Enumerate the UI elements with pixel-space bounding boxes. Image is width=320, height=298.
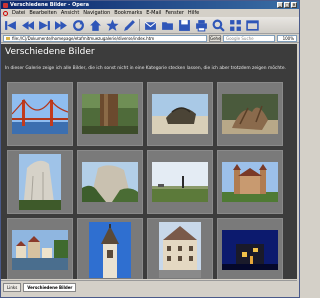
- church-tower-photo[interactable]: [89, 222, 131, 278]
- close-button[interactable]: ×: [291, 2, 297, 8]
- tab-bar: Links Verschiedene Bilder: [1, 280, 297, 294]
- menu-bookmarks[interactable]: Bookmarks: [114, 10, 142, 16]
- driftwood-root-photo[interactable]: [222, 94, 278, 134]
- home-icon[interactable]: [88, 18, 102, 32]
- address-bar: file://C|/Dokumente/homepage/etafmitmuez…: [1, 34, 299, 43]
- gallery-cell[interactable]: [147, 218, 213, 279]
- gallery-cell[interactable]: [147, 150, 213, 214]
- gallery-cell[interactable]: [77, 82, 143, 146]
- gallery-cell[interactable]: [77, 218, 143, 279]
- yosemite-cliff-photo[interactable]: [82, 162, 138, 202]
- gallery-cell[interactable]: [7, 150, 73, 214]
- mail-icon[interactable]: [143, 18, 157, 32]
- go-button[interactable]: Gehe: [209, 34, 221, 42]
- gallery-cell[interactable]: [147, 82, 213, 146]
- window-icon[interactable]: [245, 18, 259, 32]
- opera-icon: [3, 2, 8, 8]
- gallery-cell[interactable]: [7, 82, 73, 146]
- edit-pen-icon[interactable]: [122, 18, 136, 32]
- gallery-cell[interactable]: [7, 218, 73, 279]
- title-bar: Verschiedene Bilder - Opera _ □ ×: [1, 1, 299, 9]
- forward-icon[interactable]: [37, 18, 51, 32]
- gallery-cell[interactable]: [77, 150, 143, 214]
- search-icon[interactable]: [211, 18, 225, 32]
- fast-forward-icon[interactable]: [54, 18, 68, 32]
- bookmark-star-icon[interactable]: [105, 18, 119, 32]
- zoom-select[interactable]: 100%: [277, 34, 297, 42]
- gallery-grid: [7, 82, 283, 279]
- opera-logo-icon[interactable]: [3, 10, 8, 16]
- minimize-button[interactable]: _: [277, 2, 283, 8]
- main-toolbar: [1, 17, 299, 34]
- menu-window[interactable]: Fenster: [165, 10, 184, 16]
- half-dome-granite-photo[interactable]: [19, 154, 61, 210]
- riverside-town-photo[interactable]: [12, 230, 68, 270]
- panels-icon[interactable]: [228, 18, 242, 32]
- rewind-icon[interactable]: [20, 18, 34, 32]
- menu-file[interactable]: Datei: [12, 10, 25, 16]
- page-title: Verschiedene Bilder: [5, 47, 95, 57]
- back-icon[interactable]: [3, 18, 17, 32]
- golden-gate-bridge-photo[interactable]: [12, 94, 68, 134]
- url-field[interactable]: file://C|/Dokumente/homepage/etafmitmuez…: [3, 34, 207, 42]
- castle-on-hill-photo[interactable]: [222, 162, 278, 202]
- menu-help[interactable]: Hilfe: [188, 10, 199, 16]
- menu-navigation[interactable]: Navigation: [83, 10, 110, 16]
- print-icon[interactable]: [194, 18, 208, 32]
- toolbar-separator: [139, 19, 140, 31]
- maximize-button[interactable]: □: [284, 2, 290, 8]
- folder-icon[interactable]: [160, 18, 174, 32]
- gallery-cell[interactable]: [217, 82, 283, 146]
- tab-links[interactable]: Links: [3, 283, 22, 292]
- page-description: In dieser Galerie zeige ich alle Bilder,…: [5, 66, 286, 71]
- menu-edit[interactable]: Bearbeiten: [29, 10, 56, 16]
- save-icon[interactable]: [177, 18, 191, 32]
- gallery-cell[interactable]: [217, 150, 283, 214]
- tab-verschiedene-bilder[interactable]: Verschiedene Bilder: [23, 283, 77, 292]
- menu-bar: Datei Bearbeiten Ansicht Navigation Book…: [1, 9, 299, 17]
- menu-view[interactable]: Ansicht: [61, 10, 79, 16]
- search-input[interactable]: Google Suche: [223, 34, 275, 42]
- menu-email[interactable]: E-Mail: [146, 10, 161, 16]
- old-town-hall-photo[interactable]: [159, 222, 201, 278]
- tree-stump-beach-photo[interactable]: [152, 94, 208, 134]
- page-content: Verschiedene Bilder In dieser Galerie ze…: [1, 44, 297, 279]
- window-title: Verschiedene Bilder - Opera: [10, 2, 90, 8]
- reload-icon[interactable]: [71, 18, 85, 32]
- gallery-cell[interactable]: [217, 218, 283, 279]
- redwood-tree-photo[interactable]: [82, 94, 138, 134]
- lighthouse-field-photo[interactable]: [152, 162, 208, 202]
- house-at-night-photo[interactable]: [222, 230, 278, 270]
